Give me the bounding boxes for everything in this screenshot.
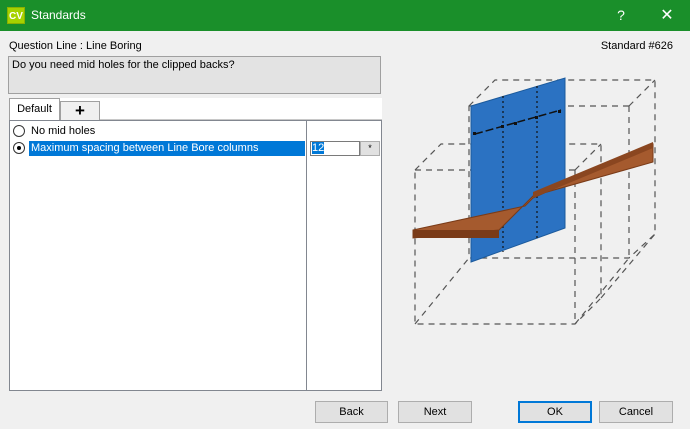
question-text-box: Do you need mid holes for the clipped ba… — [8, 56, 381, 94]
question-line-label: Question Line : Line Boring — [9, 40, 142, 52]
window-title: Standards — [31, 8, 86, 22]
shelf-edge — [413, 230, 499, 238]
tab-default[interactable]: Default — [9, 98, 60, 120]
back-button[interactable]: Back — [315, 401, 388, 423]
plus-icon: + — [75, 101, 85, 120]
app-logo-icon: CV — [7, 7, 25, 24]
radio-button-checked[interactable] — [13, 142, 25, 154]
ok-button[interactable]: OK — [518, 401, 592, 423]
standard-number-label: Standard #626 — [600, 40, 673, 52]
tab-strip: Default + — [9, 98, 382, 120]
line-boring-diagram — [412, 77, 656, 325]
cancel-button[interactable]: Cancel — [599, 401, 673, 423]
value-dropdown-button[interactable]: * — [360, 141, 380, 156]
add-tab-button[interactable]: + — [60, 101, 100, 120]
question-text: Do you need mid holes for the clipped ba… — [12, 59, 235, 71]
radio-button[interactable] — [13, 125, 25, 137]
spacing-value: 12 — [312, 142, 325, 154]
spacing-value-input[interactable]: 12 — [310, 141, 360, 156]
close-button[interactable]: ✕ — [644, 0, 690, 31]
option-label: Maximum spacing between Line Bore column… — [29, 141, 305, 156]
next-button[interactable]: Next — [398, 401, 472, 423]
column-divider — [306, 121, 307, 390]
option-label: No mid holes — [31, 125, 96, 137]
options-panel: No mid holes Maximum spacing between Lin… — [9, 120, 382, 391]
title-bar: CV Standards ? ✕ — [0, 0, 690, 31]
help-button[interactable]: ? — [598, 0, 644, 31]
